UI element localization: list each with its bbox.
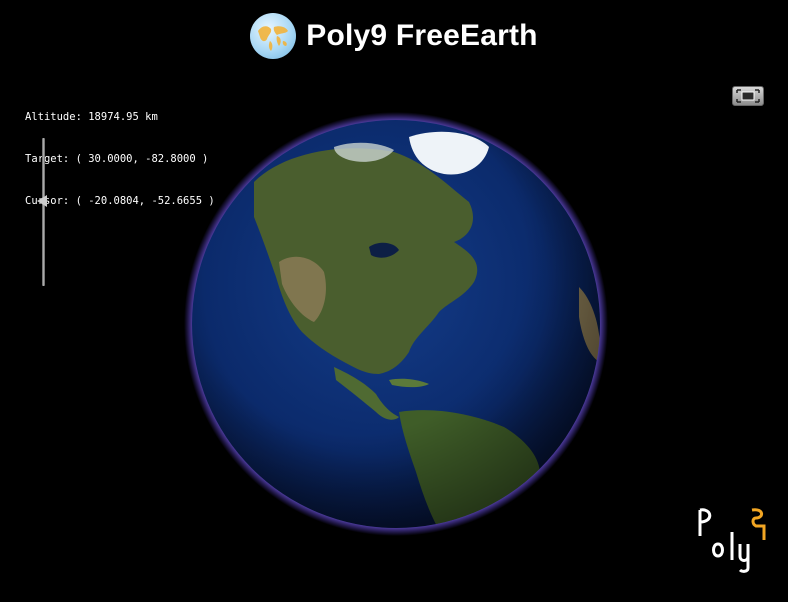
- altitude-value: 18974.95 km: [88, 111, 158, 123]
- app-title: Poly9 FreeEarth: [306, 19, 538, 52]
- terminator-shading: [192, 120, 600, 528]
- globe-view[interactable]: [184, 112, 608, 536]
- zoom-slider-thumb[interactable]: [37, 195, 47, 208]
- zoom-slider-track[interactable]: [42, 138, 45, 286]
- fullscreen-icon: [736, 89, 760, 103]
- app-header: Poly9 FreeEarth: [0, 8, 788, 64]
- altitude-label: Altitude:: [25, 111, 82, 123]
- zoom-slider[interactable]: [37, 138, 51, 286]
- poly9-brand-logo: [694, 504, 766, 579]
- fullscreen-button[interactable]: [732, 86, 764, 106]
- world-map-icon: [250, 13, 297, 59]
